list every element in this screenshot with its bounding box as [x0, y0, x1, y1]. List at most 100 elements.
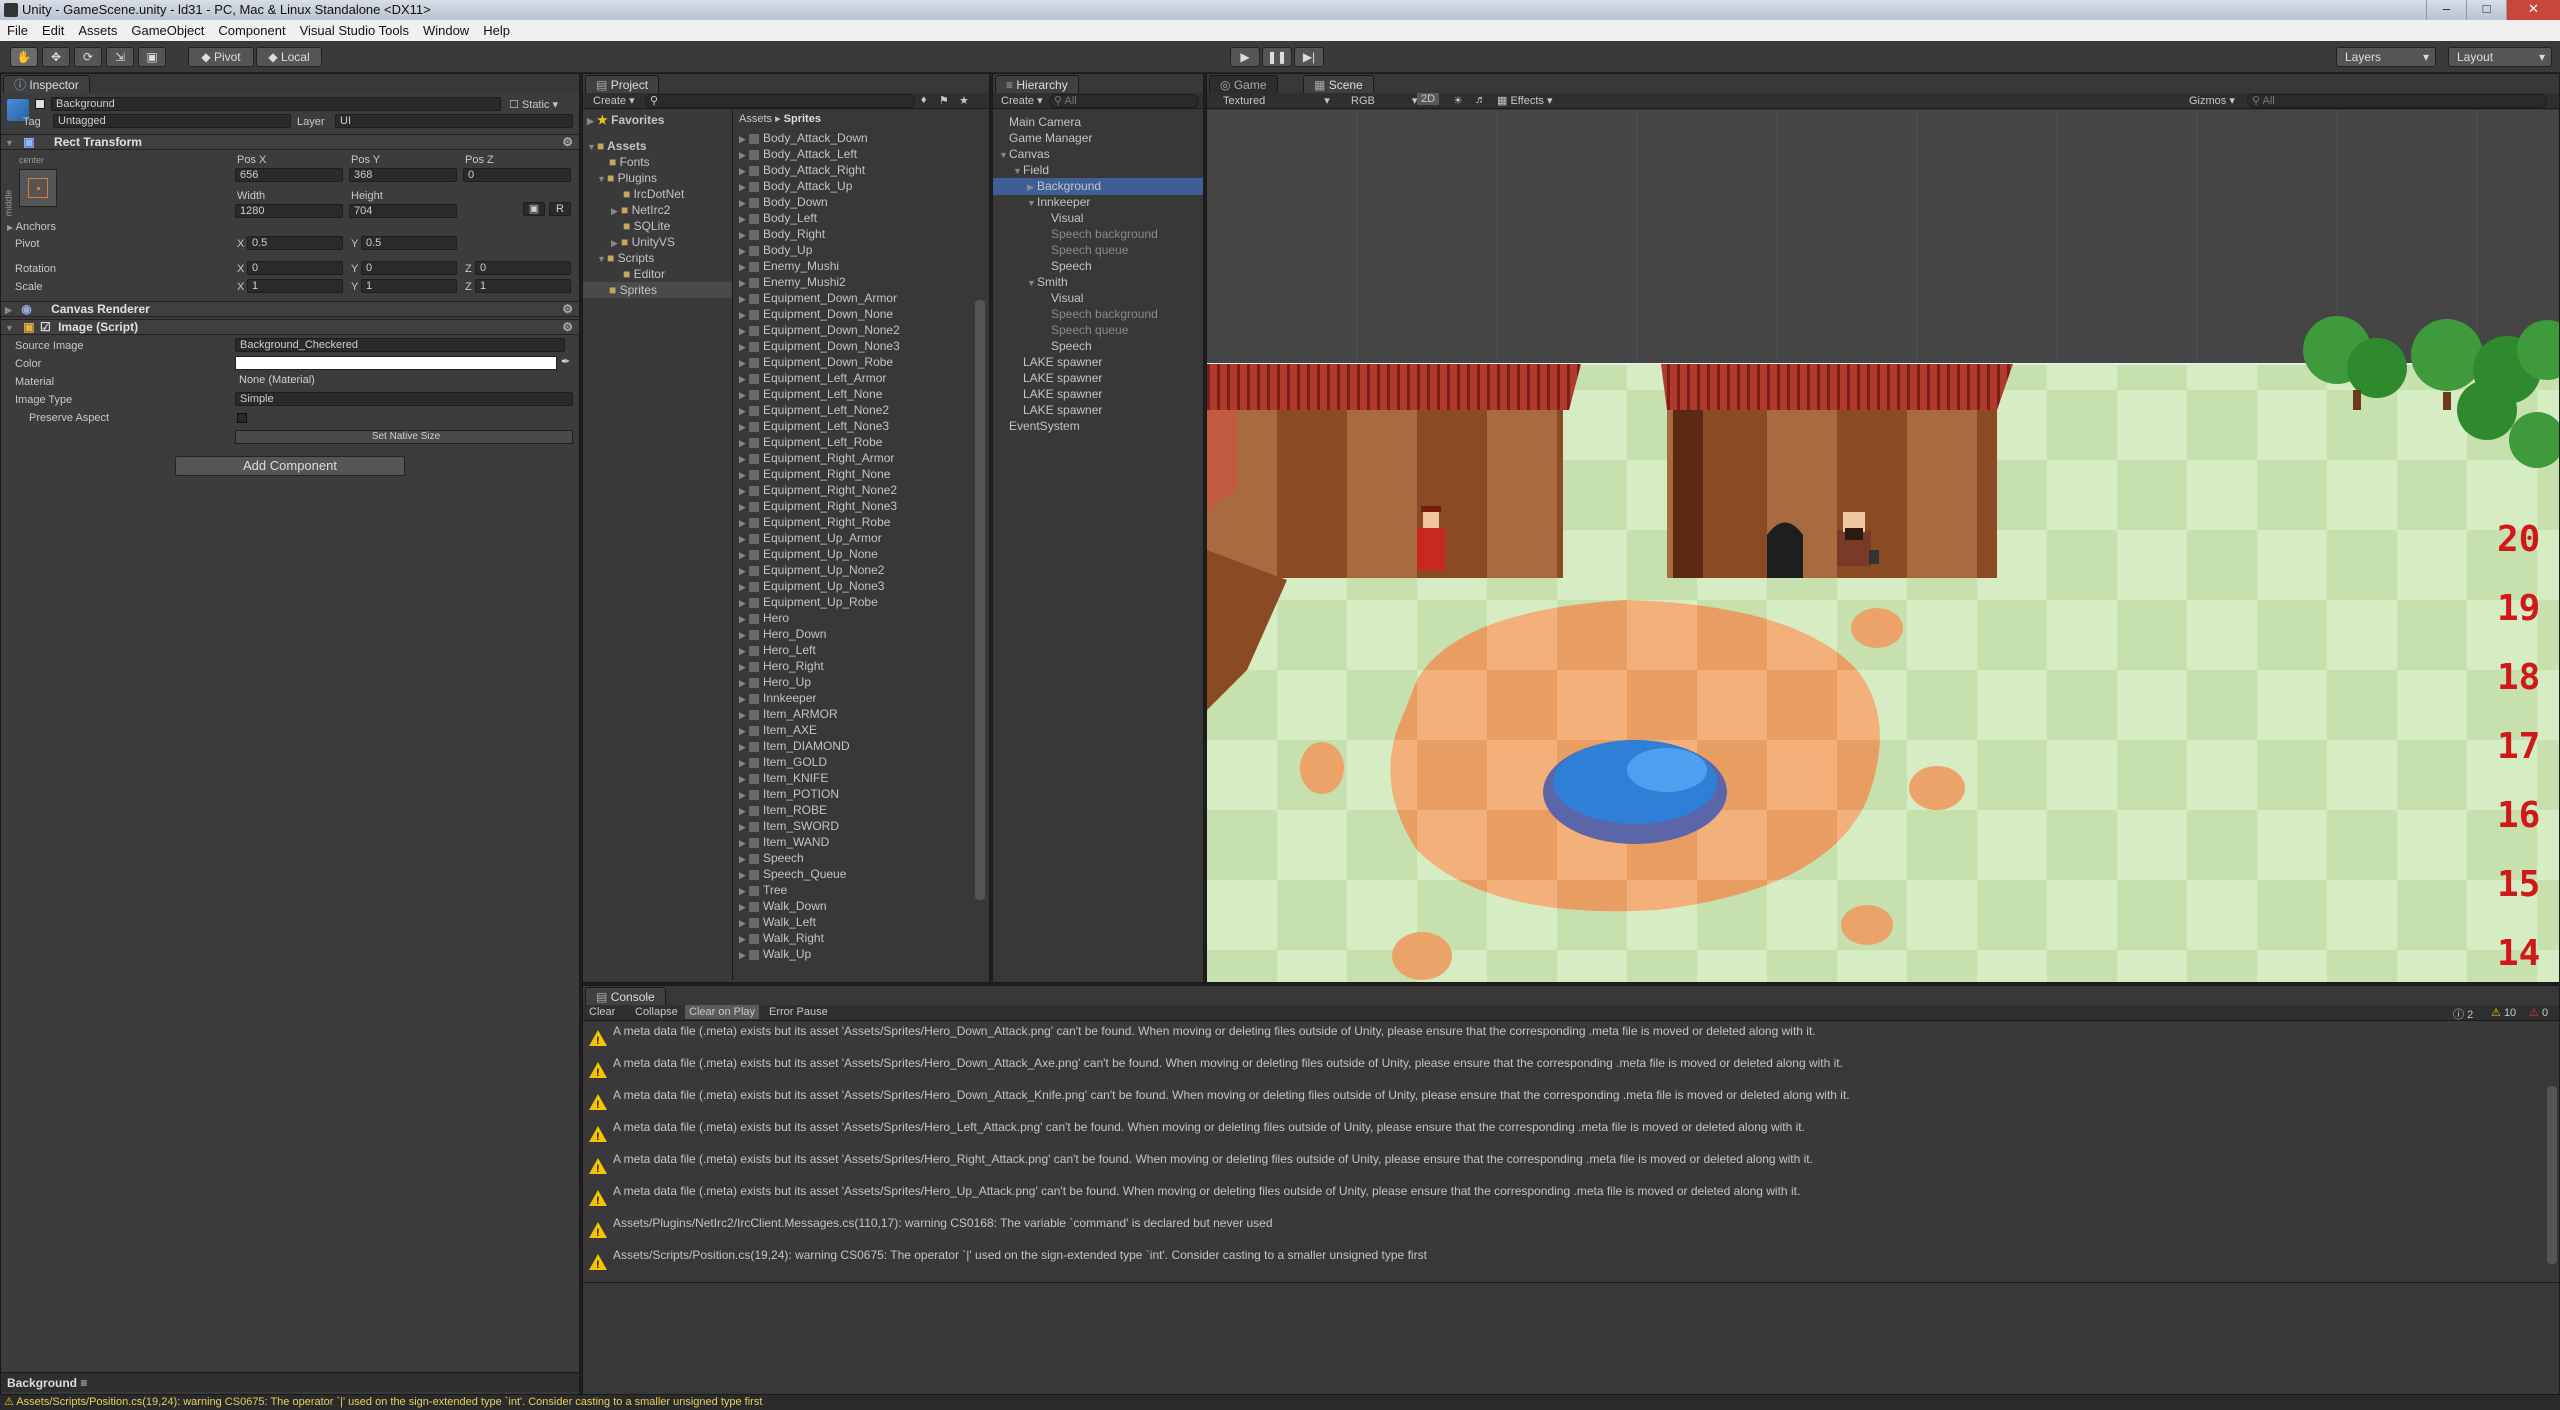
sprite-asset-item[interactable]: ▶ Equipment_Right_None3 — [733, 498, 897, 514]
warning-count-toggle[interactable]: ⚠ 10 — [2491, 1006, 2516, 1019]
maximize-button[interactable]: □ — [2466, 0, 2506, 20]
folder-editor[interactable]: ■ Editor — [623, 266, 665, 282]
expand-arrow-icon[interactable]: ▶ — [739, 211, 749, 227]
sprite-asset-item[interactable]: ▶ Enemy_Mushi — [733, 258, 839, 274]
console-log-entry[interactable]: A meta data file (.meta) exists but its … — [583, 1182, 2545, 1214]
expand-arrow-icon[interactable]: ▶ — [739, 387, 749, 403]
hierarchy-item[interactable]: LAKE spawner — [993, 402, 1203, 418]
sprite-asset-item[interactable]: ▶ Equipment_Left_None2 — [733, 402, 889, 418]
menu-gameobject[interactable]: GameObject — [124, 23, 211, 38]
tab-project[interactable]: ▤ Project — [585, 75, 660, 93]
sprite-asset-item[interactable]: ▶ Hero_Up — [733, 674, 811, 690]
sprite-asset-item[interactable]: ▶ Item_WAND — [733, 834, 829, 850]
move-tool-icon[interactable]: ✥ — [42, 47, 70, 67]
console-log-entry[interactable]: A meta data file (.meta) exists but its … — [583, 1118, 2545, 1150]
scale-x-field[interactable]: 1 — [247, 279, 343, 293]
draw-mode-dropdown[interactable]: Textured ▾ — [1223, 94, 1330, 107]
local-toggle[interactable]: ◆ Local — [256, 47, 322, 67]
sprite-asset-item[interactable]: ▶ Item_ARMOR — [733, 706, 838, 722]
preview-header[interactable]: Background ≡ — [1, 1372, 579, 1392]
expand-arrow-icon[interactable]: ▶ — [739, 659, 749, 675]
sprite-asset-item[interactable]: ▶ Body_Attack_Up — [733, 178, 852, 194]
folder-plugins[interactable]: ▼■ Plugins — [597, 170, 657, 187]
component-settings-gear-icon[interactable]: ⚙ — [562, 135, 573, 149]
expand-arrow-icon[interactable]: ▶ — [739, 419, 749, 435]
hierarchy-search-input[interactable]: ⚲ All — [1049, 94, 1199, 108]
expand-arrow-icon[interactable]: ▶ — [739, 147, 749, 163]
sprite-asset-item[interactable]: ▶ Equipment_Up_None — [733, 546, 878, 562]
sprite-asset-item[interactable]: ▶ Equipment_Down_Robe — [733, 354, 893, 370]
anchors-foldout[interactable]: ▶ Anchors — [7, 221, 56, 233]
expand-arrow-icon[interactable]: ▶ — [739, 531, 749, 547]
hierarchy-item[interactable]: LAKE spawner — [993, 354, 1203, 370]
sprite-asset-item[interactable]: ▶ Equipment_Left_None3 — [733, 418, 889, 434]
favorites-item[interactable]: ▶ ★ Favorites — [587, 112, 664, 129]
pivot-toggle[interactable]: ◆ Pivot — [188, 47, 254, 67]
expand-arrow-icon[interactable]: ▶ — [739, 851, 749, 867]
raw-edit-button[interactable]: R — [549, 202, 571, 216]
sprite-asset-item[interactable]: ▶ Hero_Down — [733, 626, 826, 642]
expand-arrow-icon[interactable]: ▶ — [739, 819, 749, 835]
sprite-asset-item[interactable]: ▶ Equipment_Up_Robe — [733, 594, 878, 610]
sprite-asset-item[interactable]: ▶ Item_GOLD — [733, 754, 827, 770]
breadcrumb-assets[interactable]: Assets — [739, 113, 772, 125]
sprite-asset-item[interactable]: ▶ Body_Attack_Down — [733, 130, 868, 146]
folder-unityvs[interactable]: ▶ ■ UnityVS — [611, 234, 675, 251]
expand-arrow-icon[interactable]: ▶ — [739, 883, 749, 899]
sprite-asset-item[interactable]: ▶ Equipment_Down_None — [733, 306, 893, 322]
hierarchy-item[interactable]: Speech — [993, 338, 1203, 354]
sprite-asset-item[interactable]: ▶ Equipment_Right_None2 — [733, 482, 897, 498]
layout-dropdown[interactable]: Layout ▾ — [2448, 47, 2552, 67]
rect-transform-header[interactable]: ▼ ▣ Rect Transform ⚙ — [1, 134, 579, 150]
anchor-presets-button[interactable] — [19, 169, 57, 207]
collapse-button[interactable]: Collapse — [635, 1006, 678, 1018]
folder-ircdotnet[interactable]: ■ IrcDotNet — [623, 186, 684, 202]
scale-tool-icon[interactable]: ⇲ — [106, 47, 134, 67]
expand-arrow-icon[interactable]: ▶ — [739, 915, 749, 931]
menu-help[interactable]: Help — [476, 23, 517, 38]
rotation-y-field[interactable]: 0 — [361, 261, 457, 275]
expand-arrow-icon[interactable]: ▶ — [739, 675, 749, 691]
scene-audio-icon[interactable]: ♬ — [1475, 94, 1486, 106]
close-button[interactable]: ✕ — [2506, 0, 2560, 20]
menu-visual-studio-tools[interactable]: Visual Studio Tools — [293, 23, 416, 38]
color-swatch[interactable] — [235, 356, 557, 370]
sprite-asset-item[interactable]: ▶ Body_Up — [733, 242, 812, 258]
folder-netirc2[interactable]: ▶ ■ NetIrc2 — [611, 202, 670, 219]
hierarchy-item[interactable]: Speech background — [993, 306, 1203, 322]
expand-arrow-icon[interactable]: ▶ — [1027, 179, 1037, 195]
sprite-asset-item[interactable]: ▶ Hero_Right — [733, 658, 824, 674]
expand-arrow-icon[interactable]: ▼ — [1027, 195, 1037, 211]
scale-z-field[interactable]: 1 — [475, 279, 571, 293]
layer-dropdown[interactable]: UI — [335, 114, 573, 128]
hierarchy-item[interactable]: Visual — [993, 210, 1203, 226]
expand-arrow-icon[interactable]: ▶ — [739, 739, 749, 755]
asset-list-scrollbar[interactable] — [975, 300, 985, 900]
folder-fonts[interactable]: ■ Fonts — [609, 154, 650, 170]
favorite-star-icon[interactable]: ★ — [959, 94, 969, 107]
pause-button[interactable]: ❚❚ — [1262, 47, 1292, 67]
hierarchy-item[interactable]: LAKE spawner — [993, 386, 1203, 402]
sprite-asset-item[interactable]: ▶ Body_Right — [733, 226, 825, 242]
image-type-dropdown[interactable]: Simple — [235, 392, 573, 406]
layers-dropdown[interactable]: Layers ▾ — [2336, 47, 2436, 67]
pivot-y-field[interactable]: 0.5 — [361, 236, 457, 250]
scene-lighting-icon[interactable]: ☀ — [1453, 94, 1463, 107]
expand-arrow-icon[interactable]: ▶ — [739, 547, 749, 563]
sprite-asset-item[interactable]: ▶ Equipment_Right_Armor — [733, 450, 894, 466]
hand-tool-icon[interactable]: ✋ — [10, 47, 38, 67]
expand-arrow-icon[interactable]: ▶ — [739, 803, 749, 819]
expand-arrow-icon[interactable]: ▶ — [739, 515, 749, 531]
preserve-aspect-checkbox[interactable] — [237, 413, 247, 423]
scene-viewport[interactable]: 20 19 18 17 16 15 14 — [1207, 110, 2559, 982]
expand-arrow-icon[interactable]: ▶ — [739, 195, 749, 211]
hierarchy-item[interactable]: Visual — [993, 290, 1203, 306]
sprite-asset-item[interactable]: ▶ Walk_Up — [733, 946, 811, 962]
expand-arrow-icon[interactable]: ▶ — [739, 243, 749, 259]
hierarchy-item[interactable]: EventSystem — [993, 418, 1203, 434]
sprite-asset-item[interactable]: ▶ Item_POTION — [733, 786, 839, 802]
folder-sprites[interactable]: ■ Sprites — [583, 282, 732, 298]
sprite-asset-item[interactable]: ▶ Item_ROBE — [733, 802, 827, 818]
sprite-asset-item[interactable]: ▶ Equipment_Down_Armor — [733, 290, 897, 306]
sprite-asset-item[interactable]: ▶ Body_Left — [733, 210, 817, 226]
